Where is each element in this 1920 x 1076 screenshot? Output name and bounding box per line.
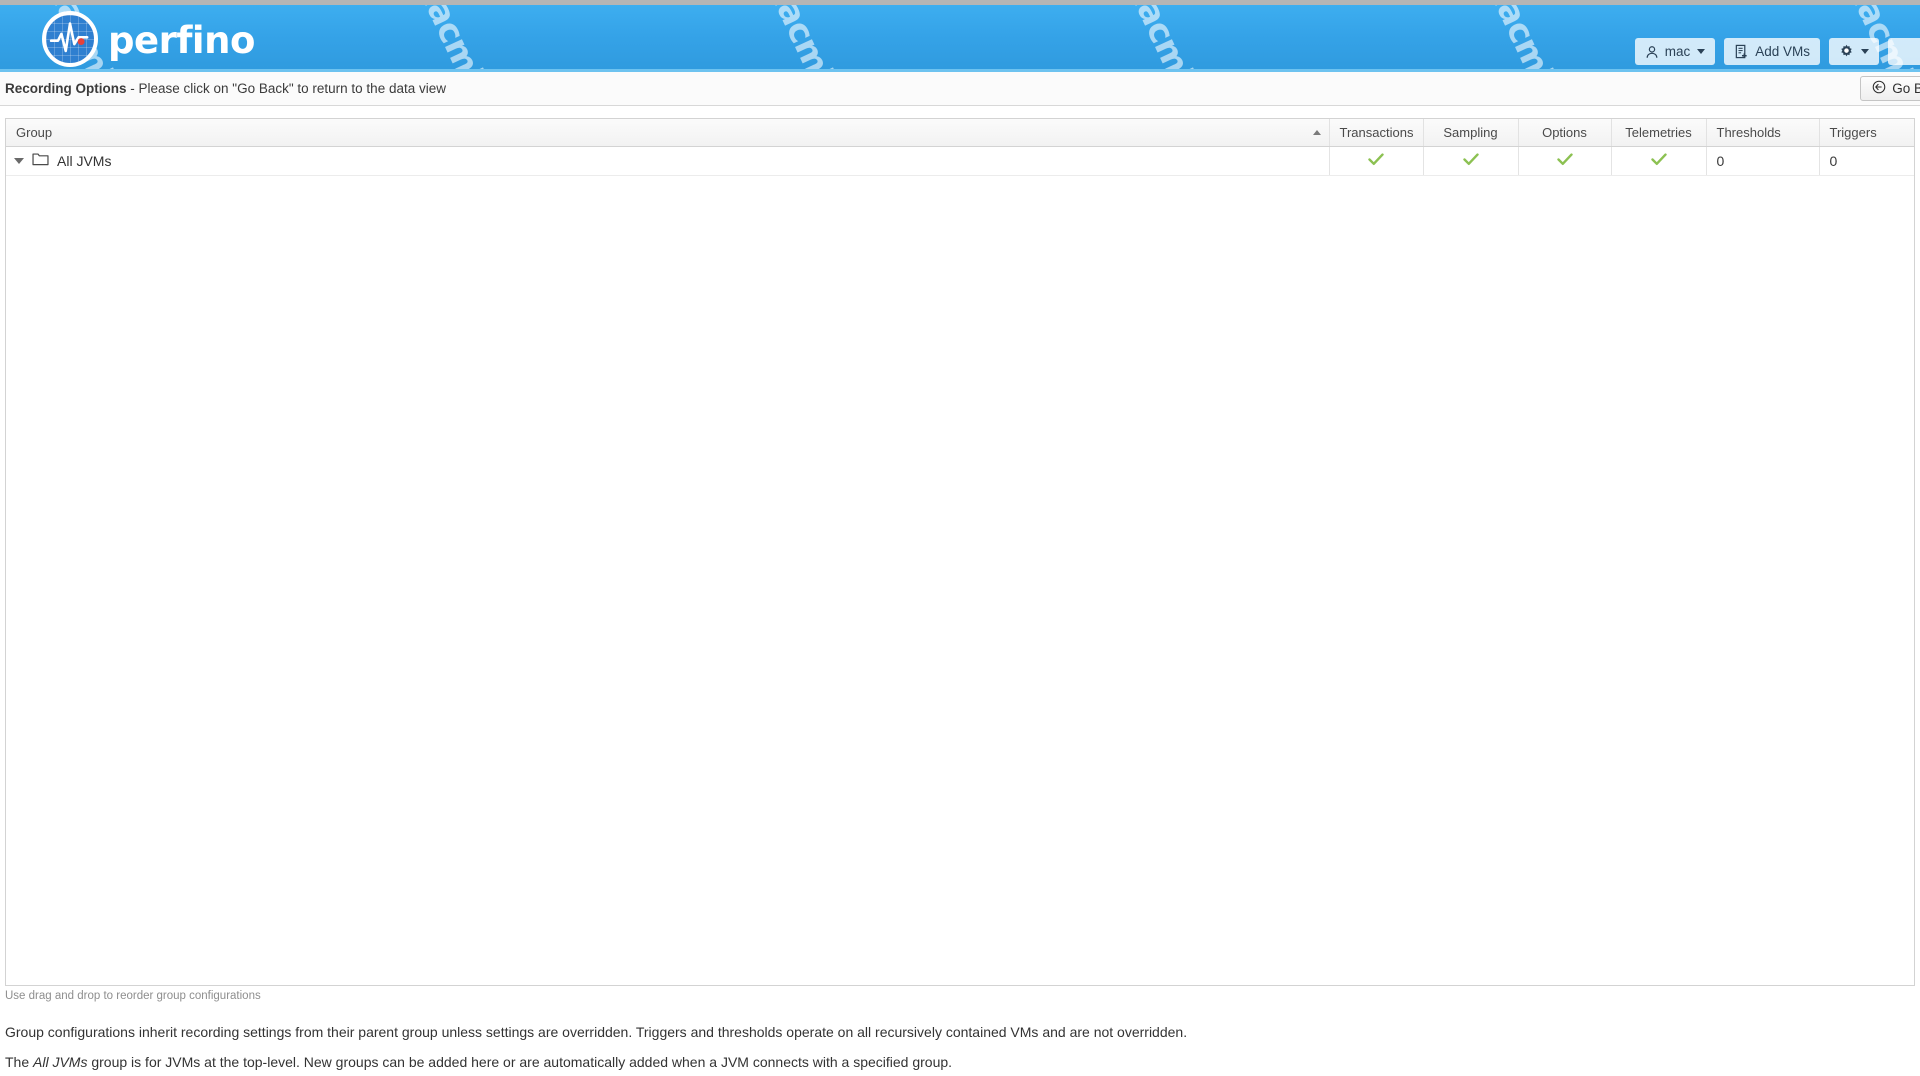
- column-header-group[interactable]: Group: [6, 119, 1330, 147]
- table-row[interactable]: All JVMs 0 0: [6, 146, 1914, 176]
- check-icon: [1556, 153, 1573, 169]
- column-header-telemetries[interactable]: Telemetries: [1611, 119, 1707, 147]
- cell-group[interactable]: All JVMs: [6, 146, 1330, 176]
- check-icon: [1368, 153, 1384, 169]
- folder-icon: [32, 152, 49, 169]
- group-config-table: Group Transactions Sampling Options Tele…: [6, 119, 1914, 176]
- all-jvms-note-suffix: group is for JVMs at the top-level. New …: [87, 1054, 953, 1070]
- column-header-triggers[interactable]: Triggers: [1819, 119, 1914, 147]
- brand-name: perfino: [108, 18, 255, 62]
- cell-sampling[interactable]: [1423, 146, 1519, 176]
- overflow-button[interactable]: [1888, 38, 1920, 65]
- user-menu-label: mac: [1664, 44, 1691, 59]
- check-icon: [1462, 153, 1479, 169]
- all-jvms-note: The All JVMs group is for JVMs at the to…: [5, 1054, 952, 1070]
- app-root: macmj.c macmj.c macmj.c macmj.c macmj.c …: [0, 0, 1920, 1076]
- watermark: macmj.c: [1474, 5, 1574, 72]
- cell-options[interactable]: [1518, 146, 1612, 176]
- user-menu-button[interactable]: mac: [1634, 38, 1716, 65]
- column-header-thresholds[interactable]: Thresholds: [1706, 119, 1820, 147]
- expand-collapse-icon[interactable]: [14, 157, 24, 164]
- drag-drop-hint: Use drag and drop to reorder group confi…: [5, 990, 261, 1002]
- group-config-panel: Group Transactions Sampling Options Tele…: [5, 118, 1915, 986]
- page-title: Recording Options - Please click on "Go …: [5, 81, 446, 96]
- header-actions: mac Add VMs: [1634, 38, 1920, 65]
- page-title-strong: Recording Options: [5, 81, 127, 96]
- go-back-button[interactable]: Go Back: [1860, 76, 1920, 101]
- gear-icon: [1839, 44, 1854, 59]
- column-header-transactions[interactable]: Transactions: [1329, 119, 1424, 147]
- cell-thresholds[interactable]: 0: [1706, 146, 1820, 176]
- user-icon: [1645, 45, 1659, 59]
- page-subbar: Recording Options - Please click on "Go …: [0, 72, 1920, 106]
- watermark: macmj.c: [754, 5, 854, 72]
- inheritance-note: Group configurations inherit recording s…: [5, 1024, 1188, 1040]
- go-back-label: Go Back: [1892, 81, 1920, 96]
- add-vms-button[interactable]: Add VMs: [1724, 38, 1820, 65]
- check-icon: [1650, 153, 1667, 169]
- table-header: Group Transactions Sampling Options Tele…: [6, 119, 1914, 147]
- cell-triggers[interactable]: 0: [1819, 146, 1914, 176]
- table-header-row: Group Transactions Sampling Options Tele…: [6, 119, 1914, 147]
- add-vms-icon: [1734, 44, 1749, 59]
- add-vms-label: Add VMs: [1755, 44, 1810, 59]
- app-header: macmj.c macmj.c macmj.c macmj.c macmj.c …: [0, 5, 1920, 72]
- page-title-message: - Please click on "Go Back" to return to…: [126, 81, 446, 96]
- table-body: All JVMs 0 0: [6, 146, 1914, 176]
- watermark: macmj.c: [1114, 5, 1214, 72]
- group-name: All JVMs: [57, 152, 112, 169]
- settings-button[interactable]: [1829, 38, 1879, 65]
- all-jvms-note-prefix: The: [5, 1054, 34, 1070]
- column-header-sampling[interactable]: Sampling: [1423, 119, 1519, 147]
- cell-transactions[interactable]: [1329, 146, 1424, 176]
- perfino-logo-icon: [42, 11, 98, 67]
- cell-telemetries[interactable]: [1611, 146, 1707, 176]
- column-header-group-label: Group: [16, 124, 53, 140]
- all-jvms-note-emphasis: All JVMs: [33, 1054, 88, 1070]
- heartbeat-icon: [49, 22, 89, 53]
- sort-ascending-icon: [1312, 130, 1321, 136]
- brand-logo[interactable]: perfino: [42, 9, 255, 69]
- column-header-options[interactable]: Options: [1518, 119, 1612, 147]
- chevron-down-icon: [1861, 49, 1869, 54]
- chevron-down-icon: [1697, 49, 1706, 54]
- back-arrow-icon: [1872, 80, 1886, 97]
- watermark: macmj.c: [404, 5, 504, 72]
